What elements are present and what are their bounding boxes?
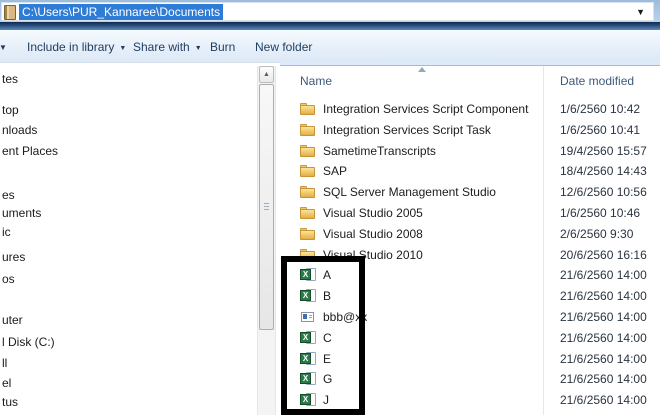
column-header-strip <box>280 62 660 66</box>
explorer-window: C:\Users\PUR_Kannaree\Documents ▼ ▼ Incl… <box>0 0 660 415</box>
sidebar-item[interactable]: top <box>2 103 19 118</box>
share-with-button[interactable]: Share with ▼ <box>133 39 202 55</box>
scrollbar-grip-icon <box>264 203 269 210</box>
file-date-modified: 2/6/2560 9:30 <box>560 227 633 241</box>
file-name: Visual Studio 2008 <box>323 227 423 241</box>
new-folder-label: New folder <box>255 40 312 54</box>
folder-icon <box>300 206 317 220</box>
column-header-date-modified[interactable]: Date modified <box>560 74 634 89</box>
sidebar-item[interactable]: l Disk (C:) <box>2 335 55 350</box>
new-folder-button[interactable]: New folder <box>255 39 312 55</box>
file-date-modified: 21/6/2560 14:00 <box>560 331 647 345</box>
sidebar-item[interactable]: es <box>2 188 15 203</box>
file-row[interactable]: Visual Studio 2008 2/6/2560 9:30 <box>300 225 655 242</box>
file-row[interactable]: SametimeTranscripts 19/4/2560 15:57 <box>300 142 655 159</box>
file-name: SametimeTranscripts <box>323 144 436 158</box>
address-dropdown-icon[interactable]: ▼ <box>636 7 645 17</box>
scrollbar-thumb[interactable] <box>259 84 274 330</box>
file-date-modified: 1/6/2560 10:41 <box>560 123 640 137</box>
file-date-modified: 1/6/2560 10:42 <box>560 102 640 116</box>
file-date-modified: 19/4/2560 15:57 <box>560 144 647 158</box>
sidebar-item[interactable]: tes <box>2 72 18 87</box>
folder-icon <box>300 144 317 158</box>
file-date-modified: 21/6/2560 14:00 <box>560 372 647 386</box>
file-date-modified: 1/6/2560 10:46 <box>560 206 640 220</box>
burn-label: Burn <box>210 40 235 54</box>
sidebar-item[interactable]: ll <box>2 356 7 371</box>
file-date-modified: 20/6/2560 16:16 <box>560 248 647 262</box>
file-date-modified: 18/4/2560 14:43 <box>560 164 647 178</box>
file-date-modified: 21/6/2560 14:00 <box>560 310 647 324</box>
file-row[interactable]: Integration Services Script Task 1/6/2560… <box>300 121 655 138</box>
include-in-library-label: Include in library <box>27 40 114 54</box>
file-name: Visual Studio 2005 <box>323 206 423 220</box>
annotation-rectangle <box>281 256 365 415</box>
burn-button[interactable]: Burn <box>210 39 235 55</box>
folder-icon <box>300 102 317 116</box>
address-bar-row: C:\Users\PUR_Kannaree\Documents ▼ <box>0 0 660 22</box>
scroll-up-button[interactable]: ▲ <box>259 66 274 83</box>
file-row[interactable]: SAP 18/4/2560 14:43 <box>300 163 655 180</box>
folder-icon <box>300 164 317 178</box>
scroll-up-icon: ▲ <box>263 71 270 78</box>
sidebar-item[interactable]: uments <box>2 206 41 221</box>
sidebar-item[interactable]: el <box>2 376 11 391</box>
file-date-modified: 12/6/2560 10:56 <box>560 185 647 199</box>
include-in-library-button[interactable]: Include in library ▼ <box>27 39 126 55</box>
address-book-icon <box>4 5 16 20</box>
file-name: SAP <box>323 164 347 178</box>
file-date-modified: 21/6/2560 14:00 <box>560 352 647 366</box>
file-date-modified: 21/6/2560 14:00 <box>560 268 647 282</box>
file-name: Integration Services Script Component <box>323 102 528 116</box>
sidebar-item[interactable]: nloads <box>2 123 37 138</box>
file-row[interactable]: Visual Studio 2005 1/6/2560 10:46 <box>300 205 655 222</box>
folder-icon <box>300 123 317 137</box>
sidebar-item[interactable]: ent Places <box>2 144 58 159</box>
chevron-down-icon: ▼ <box>195 45 202 52</box>
command-toolbar: ▼ Include in library ▼ Share with ▼ Burn N… <box>0 30 660 63</box>
window-glass-band <box>0 22 660 30</box>
column-header-name[interactable]: Name <box>300 74 332 89</box>
sidebar-item[interactable]: os <box>2 272 15 287</box>
folder-icon <box>300 227 317 241</box>
sidebar-item[interactable]: uter <box>2 313 23 328</box>
file-row[interactable]: SQL Server Management Studio 12/6/2560 10… <box>300 184 655 201</box>
file-date-modified: 21/6/2560 14:00 <box>560 393 647 407</box>
folder-icon <box>300 185 317 199</box>
chevron-down-icon: ▼ <box>119 45 126 52</box>
sidebar-item[interactable]: tus <box>2 395 18 410</box>
file-name: SQL Server Management Studio <box>323 185 496 199</box>
file-name: Integration Services Script Task <box>323 123 491 137</box>
file-row[interactable]: Integration Services Script Component 1/6… <box>300 101 655 118</box>
sidebar-item[interactable]: ic <box>2 225 11 240</box>
share-with-label: Share with <box>133 40 190 54</box>
sidebar-item[interactable]: ures <box>2 250 25 265</box>
truncated-dropdown-icon[interactable]: ▼ <box>0 43 7 52</box>
address-bar[interactable]: C:\Users\PUR_Kannaree\Documents ▼ <box>1 2 654 21</box>
sort-ascending-icon <box>418 67 426 72</box>
sidebar-scrollbar[interactable]: ▲ <box>257 66 276 415</box>
file-date-modified: 21/6/2560 14:00 <box>560 289 647 303</box>
address-path-selected-text[interactable]: C:\Users\PUR_Kannaree\Documents <box>19 4 223 20</box>
